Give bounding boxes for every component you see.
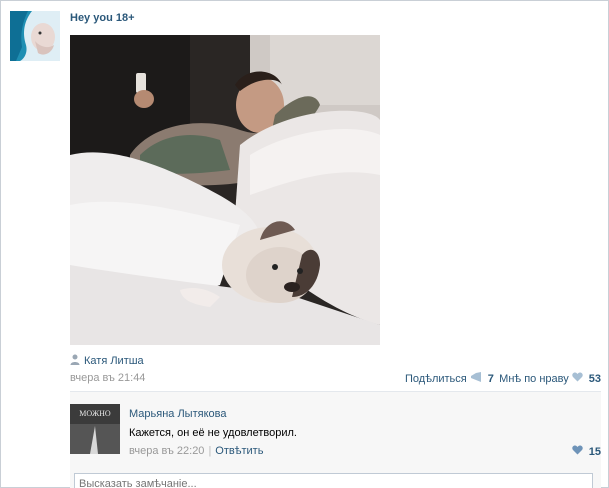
commenter-name[interactable]: Марьяна Лытякова bbox=[129, 408, 226, 420]
post-date[interactable]: вчера въ 21:44 bbox=[70, 372, 145, 384]
comment-input[interactable] bbox=[74, 473, 593, 488]
megaphone-icon bbox=[470, 372, 482, 385]
man-and-dog-in-bed-photo bbox=[70, 35, 380, 345]
group-name[interactable]: Hey you 18+ bbox=[70, 12, 135, 24]
commenter-avatar[interactable]: МОЖНО bbox=[70, 404, 120, 454]
group-avatar-image bbox=[10, 11, 60, 61]
heart-icon bbox=[572, 445, 583, 458]
post-author: Катя Литша bbox=[70, 354, 144, 368]
comments-section: МОЖНО Марьяна Лытякова Кажется, он её не… bbox=[70, 391, 601, 488]
author-name-link[interactable]: Катя Литша bbox=[84, 355, 144, 367]
reply-button[interactable]: Отвѣтить bbox=[215, 445, 263, 457]
post-footer: вчера въ 21:44 Подѣлиться 7 Мнѣ по нраву… bbox=[70, 372, 601, 386]
comment-like-button[interactable]: 15 bbox=[572, 445, 601, 458]
share-count: 7 bbox=[487, 372, 494, 385]
group-avatar[interactable] bbox=[10, 11, 60, 61]
comment-meta: вчера въ 22:20 | Отвѣтить bbox=[129, 445, 263, 457]
comment-like-count: 15 bbox=[588, 445, 601, 458]
like-label: Мнѣ по нраву bbox=[499, 372, 569, 385]
commenter-avatar-image: МОЖНО bbox=[70, 404, 120, 454]
heart-icon bbox=[572, 372, 583, 385]
comment-date[interactable]: вчера въ 22:20 bbox=[129, 445, 204, 457]
share-button[interactable]: Подѣлиться 7 bbox=[405, 372, 494, 385]
like-count: 53 bbox=[588, 372, 601, 385]
comment-meta-separator: | bbox=[208, 445, 212, 457]
comment-text: Кажется, он её не удовлетворил. bbox=[129, 427, 297, 439]
avatar-caption: МОЖНО bbox=[79, 409, 111, 418]
share-label: Подѣлиться bbox=[405, 372, 467, 385]
like-button[interactable]: Мнѣ по нраву 53 bbox=[499, 372, 601, 385]
person-icon bbox=[70, 354, 80, 368]
post-photo[interactable] bbox=[70, 35, 380, 345]
